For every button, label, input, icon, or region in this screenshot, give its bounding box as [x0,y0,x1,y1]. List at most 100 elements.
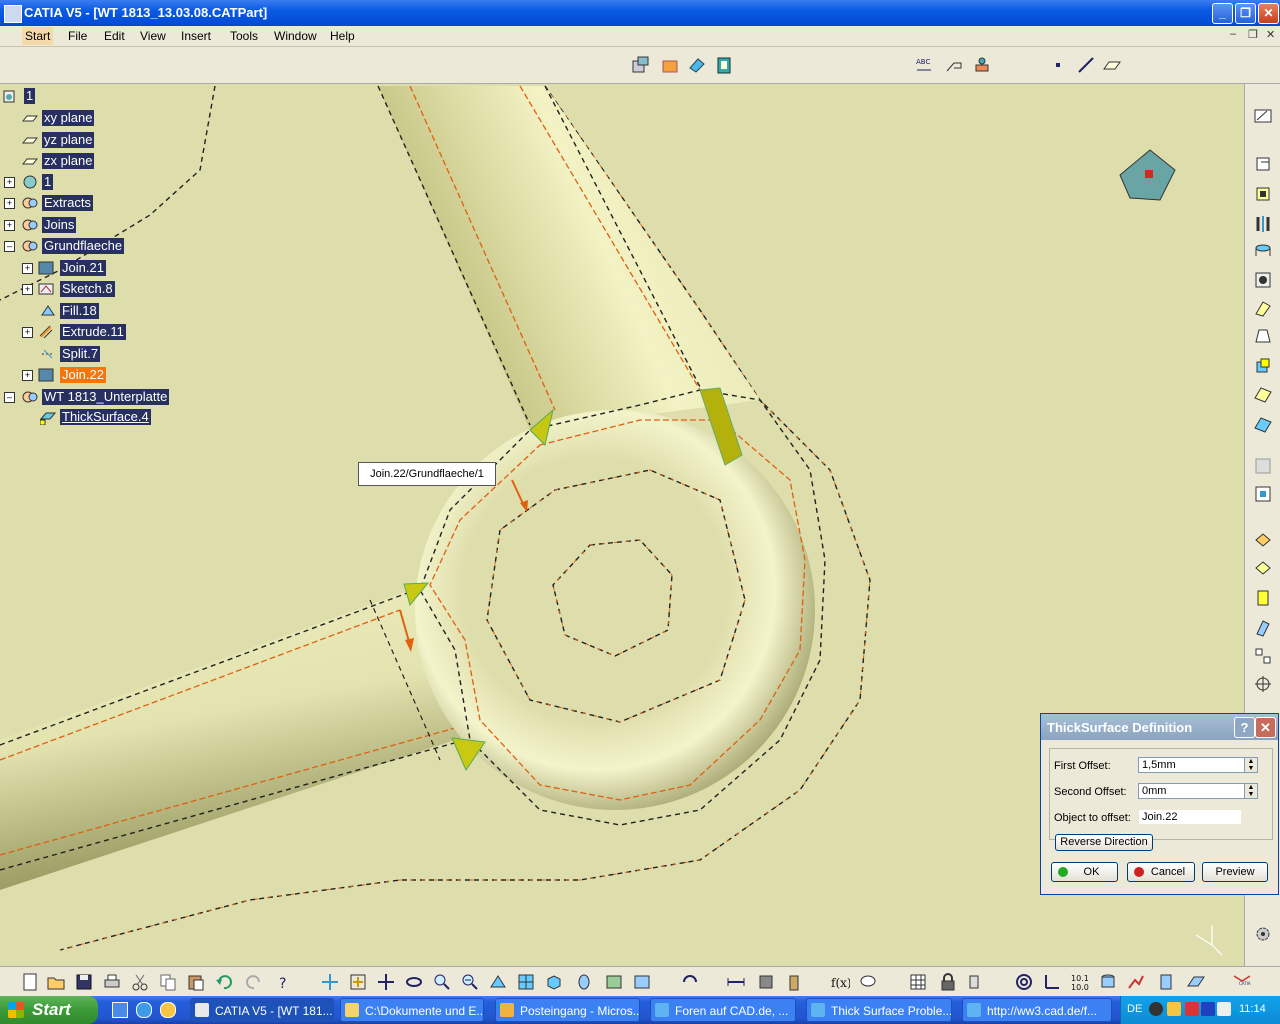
task-cad-site[interactable]: http://ww3.cad.de/f... [962,998,1112,1022]
tree-label[interactable]: 1 [42,174,54,190]
media-tray-icon[interactable] [1201,1002,1215,1016]
stamp-icon[interactable] [972,55,992,75]
pad-icon[interactable] [1253,154,1273,174]
language-indicator[interactable]: DE [1127,1003,1142,1015]
dialog-close-button[interactable]: ✕ [1255,717,1276,738]
tree-label[interactable]: Join.21 [60,260,106,276]
tree-label[interactable]: Fill.18 [60,303,99,319]
surface-icon[interactable] [1186,972,1206,992]
collapse-icon[interactable]: – [4,392,15,403]
knowledge-icon[interactable] [966,972,986,992]
pocket-icon[interactable] [1253,184,1273,204]
cylinder-icon[interactable] [1098,972,1118,992]
iso-view-icon[interactable] [544,972,564,992]
menu-start[interactable]: Start [22,27,54,45]
close-button[interactable]: ✕ [1258,3,1279,24]
measure-item-icon[interactable] [756,972,776,992]
task-outlook[interactable]: Posteingang - Micros... [495,998,640,1022]
thick-surface-icon[interactable] [1253,384,1273,404]
reverse-direction-button[interactable]: Reverse Direction [1055,834,1153,851]
tray-arrow-icon[interactable] [1149,1002,1163,1016]
tree-label[interactable]: 1 [24,88,36,104]
expand-icon[interactable]: + [22,263,33,274]
tree-label[interactable]: yz plane [42,132,95,148]
doc-minimize-icon[interactable]: – [1230,28,1236,40]
eraser-icon[interactable] [687,55,707,75]
fly-mode-icon[interactable] [320,972,340,992]
menu-insert[interactable]: Insert [181,29,211,43]
mail-quicklaunch-icon[interactable] [160,1002,176,1018]
dialog-help-button[interactable]: ? [1234,717,1255,738]
doc-restore-icon[interactable]: ❐ [1248,28,1258,41]
first-offset-spinner[interactable]: ▲ ▼ [1244,757,1258,773]
measure-icon[interactable] [726,972,746,992]
inertia-icon[interactable] [784,972,804,992]
settings-gear-icon[interactable] [1253,924,1273,944]
menu-file[interactable]: File [68,29,87,43]
vpn-tray-icon[interactable] [1217,1002,1231,1016]
tree-label[interactable]: Split.7 [60,346,101,362]
tray-app-icon[interactable] [1167,1002,1181,1016]
split-tool-icon[interactable] [1253,456,1273,476]
expand-icon[interactable]: + [22,370,33,381]
shape-icon[interactable] [660,55,680,75]
second-offset-spinner[interactable]: ▲ ▼ [1244,783,1258,799]
fit-all-icon[interactable] [348,972,368,992]
multi-view-icon[interactable] [516,972,536,992]
ati-tray-icon[interactable] [1185,1002,1199,1016]
tree-label[interactable]: Extrude.11 [60,324,126,340]
pattern-icon[interactable] [1253,646,1273,666]
close-surface-icon[interactable] [1253,414,1273,434]
lock-icon[interactable] [938,972,958,992]
dialog-title-bar[interactable]: ThickSurface Definition ? ✕ [1041,714,1278,740]
save-icon[interactable] [74,972,94,992]
thickness-icon[interactable] [1253,588,1273,608]
minimize-button[interactable]: _ [1212,3,1233,24]
first-offset-input[interactable]: 1,5mm [1138,757,1250,773]
shell-icon[interactable] [1253,558,1273,578]
task-explorer[interactable]: C:\Dokumente und E... [340,998,484,1022]
doc-close-icon[interactable]: ✕ [1266,28,1275,41]
sketcher-icon[interactable] [1253,106,1273,126]
collapse-icon[interactable]: – [4,241,15,252]
boolean-icon[interactable] [1253,484,1273,504]
update-icon[interactable] [680,972,700,992]
second-offset-input[interactable]: 0mm [1138,783,1250,799]
tree-label-selected[interactable]: Join.22 [60,367,106,383]
shaft-icon[interactable] [1253,214,1273,234]
tree-label[interactable]: Grundflaeche [42,238,125,254]
normal-view-icon[interactable] [488,972,508,992]
restore-button[interactable]: ❐ [1235,3,1256,24]
target-icon[interactable] [1253,674,1273,694]
expand-icon[interactable]: + [4,220,15,231]
plane-icon[interactable] [1102,55,1122,75]
zoom-out-icon[interactable] [460,972,480,992]
preview-button[interactable]: Preview [1202,862,1268,882]
shading-icon[interactable] [574,972,594,992]
new-file-icon[interactable] [20,972,40,992]
line-icon[interactable] [1076,55,1096,75]
layers-icon[interactable] [1156,972,1176,992]
point-icon[interactable] [1048,55,1068,75]
expand-icon[interactable]: + [22,327,33,338]
units-icon[interactable]: 10.110.0 [1070,972,1090,992]
copy-icon[interactable] [158,972,178,992]
part-design-icon[interactable] [630,55,650,75]
tree-label[interactable]: Sketch.8 [60,281,115,297]
tree-label[interactable]: zx plane [42,153,95,169]
text-abc-icon[interactable]: ABC [914,55,934,75]
draft-icon[interactable] [1253,530,1273,550]
cancel-button[interactable]: Cancel [1127,862,1195,882]
spiral-icon[interactable] [1014,972,1034,992]
book-icon[interactable] [714,55,734,75]
ok-button[interactable]: OK [1051,862,1118,882]
formula-icon[interactable]: f(x) [830,972,850,992]
rotate-icon[interactable] [404,972,424,992]
tree-label[interactable]: xy plane [42,110,95,126]
rib-icon[interactable] [1253,298,1273,318]
redo-icon[interactable] [244,972,264,992]
menu-view[interactable]: View [140,29,166,43]
catia-app-icon[interactable] [4,5,22,23]
pan-icon[interactable] [376,972,396,992]
object-to-offset-field[interactable]: Join.22 [1138,809,1242,825]
